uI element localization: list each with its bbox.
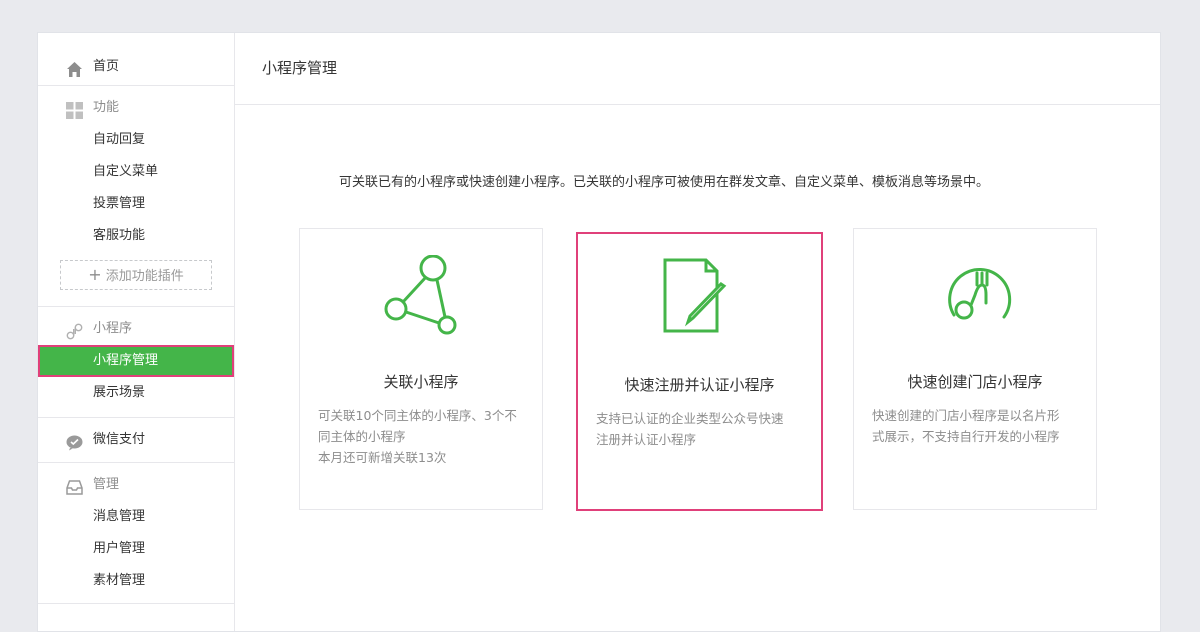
sidebar-section-miniprogram: 小程序 小程序管理 展示场景 — [38, 307, 234, 418]
sidebar-item-miniprogram-manage[interactable]: 小程序管理 — [38, 345, 234, 377]
sidebar-item-display-scenes[interactable]: 展示场景 — [38, 377, 234, 409]
sidebar-section-manage: 管理 消息管理 用户管理 素材管理 — [38, 463, 234, 604]
card-desc-line: 支持已认证的企业类型公众号快速 — [596, 411, 784, 426]
sidebar-item-user-manage[interactable]: 用户管理 — [38, 533, 234, 565]
sidebar-section-pay: 微信支付 — [38, 418, 234, 463]
miniprogram-icon — [66, 321, 83, 340]
inbox-icon — [66, 477, 83, 495]
card-desc-line: 同主体的小程序 — [318, 429, 406, 444]
document-edit-icon — [578, 256, 821, 340]
sidebar-heading-label: 管理 — [93, 477, 120, 492]
sidebar-item-auto-reply[interactable]: 自动回复 — [38, 124, 234, 156]
sidebar-heading-label: 功能 — [93, 100, 120, 115]
card-desc-line: 注册并认证小程序 — [596, 432, 697, 447]
sidebar-item-label: 微信支付 — [93, 432, 146, 447]
add-plugin-label: 添加功能插件 — [105, 269, 184, 284]
sidebar-heading-manage: 管理 — [38, 469, 234, 501]
page-title: 小程序管理 — [234, 33, 1160, 105]
card-quick-register[interactable]: 快速注册并认证小程序 支持已认证的企业类型公众号快速 注册并认证小程序 — [576, 232, 823, 511]
grid-icon — [66, 100, 83, 119]
card-store-miniprogram[interactable]: 快速创建门店小程序 快速创建的门店小程序是以名片形 式展示，不支持自行开发的小程… — [853, 228, 1097, 510]
sidebar-item-wechat-pay[interactable]: 微信支付 — [38, 424, 234, 456]
sidebar: 首页 功能 自动回复 自定义菜单 投票管理 客服功能 + 添加功能插件 小程序 … — [38, 33, 235, 631]
sidebar-heading-features: 功能 — [38, 92, 234, 124]
sidebar-item-customer-service[interactable]: 客服功能 — [38, 220, 234, 252]
card-description: 可关联10个同主体的小程序、3个不 同主体的小程序 本月还可新增关联13次 — [318, 405, 524, 468]
add-plugin-button[interactable]: + 添加功能插件 — [60, 260, 212, 290]
sidebar-item-message-manage[interactable]: 消息管理 — [38, 501, 234, 533]
card-description: 快速创建的门店小程序是以名片形 式展示，不支持自行开发的小程序 — [872, 405, 1078, 447]
card-desc-line: 快速创建的门店小程序是以名片形 — [872, 408, 1060, 423]
card-title: 关联小程序 — [383, 373, 459, 391]
card-title: 快速创建门店小程序 — [907, 373, 1043, 391]
page-frame: 首页 功能 自动回复 自定义菜单 投票管理 客服功能 + 添加功能插件 小程序 … — [37, 32, 1161, 632]
sidebar-heading-label: 小程序 — [93, 321, 133, 336]
sidebar-item-label: 首页 — [93, 59, 120, 74]
sidebar-section-features: 功能 自动回复 自定义菜单 投票管理 客服功能 + 添加功能插件 — [38, 86, 234, 307]
plus-icon: + — [88, 265, 102, 284]
sidebar-item-custom-menu[interactable]: 自定义菜单 — [38, 156, 234, 188]
home-icon — [66, 59, 83, 77]
wechat-pay-icon — [66, 432, 83, 451]
card-description: 支持已认证的企业类型公众号快速 注册并认证小程序 — [596, 408, 803, 450]
sidebar-heading-miniprogram: 小程序 — [38, 313, 234, 345]
main-content: 小程序管理 可关联已有的小程序或快速创建小程序。已关联的小程序可被使用在群发文章… — [234, 33, 1160, 631]
sidebar-item-home[interactable]: 首页 — [38, 51, 234, 83]
card-link-miniprogram[interactable]: 关联小程序 可关联10个同主体的小程序、3个不 同主体的小程序 本月还可新增关联… — [299, 228, 543, 510]
card-desc-line: 本月还可新增关联13次 — [318, 450, 447, 465]
sidebar-item-material-manage[interactable]: 素材管理 — [38, 565, 234, 597]
intro-text: 可关联已有的小程序或快速创建小程序。已关联的小程序可被使用在群发文章、自定义菜单… — [339, 175, 990, 190]
card-title: 快速注册并认证小程序 — [624, 376, 775, 394]
link-nodes-icon — [300, 254, 542, 339]
sidebar-item-vote-manage[interactable]: 投票管理 — [38, 188, 234, 220]
sidebar-section-home: 首页 — [38, 33, 234, 86]
card-desc-line: 可关联10个同主体的小程序、3个不 — [318, 408, 517, 423]
store-fork-icon — [854, 255, 1096, 339]
card-desc-line: 式展示，不支持自行开发的小程序 — [872, 429, 1060, 444]
